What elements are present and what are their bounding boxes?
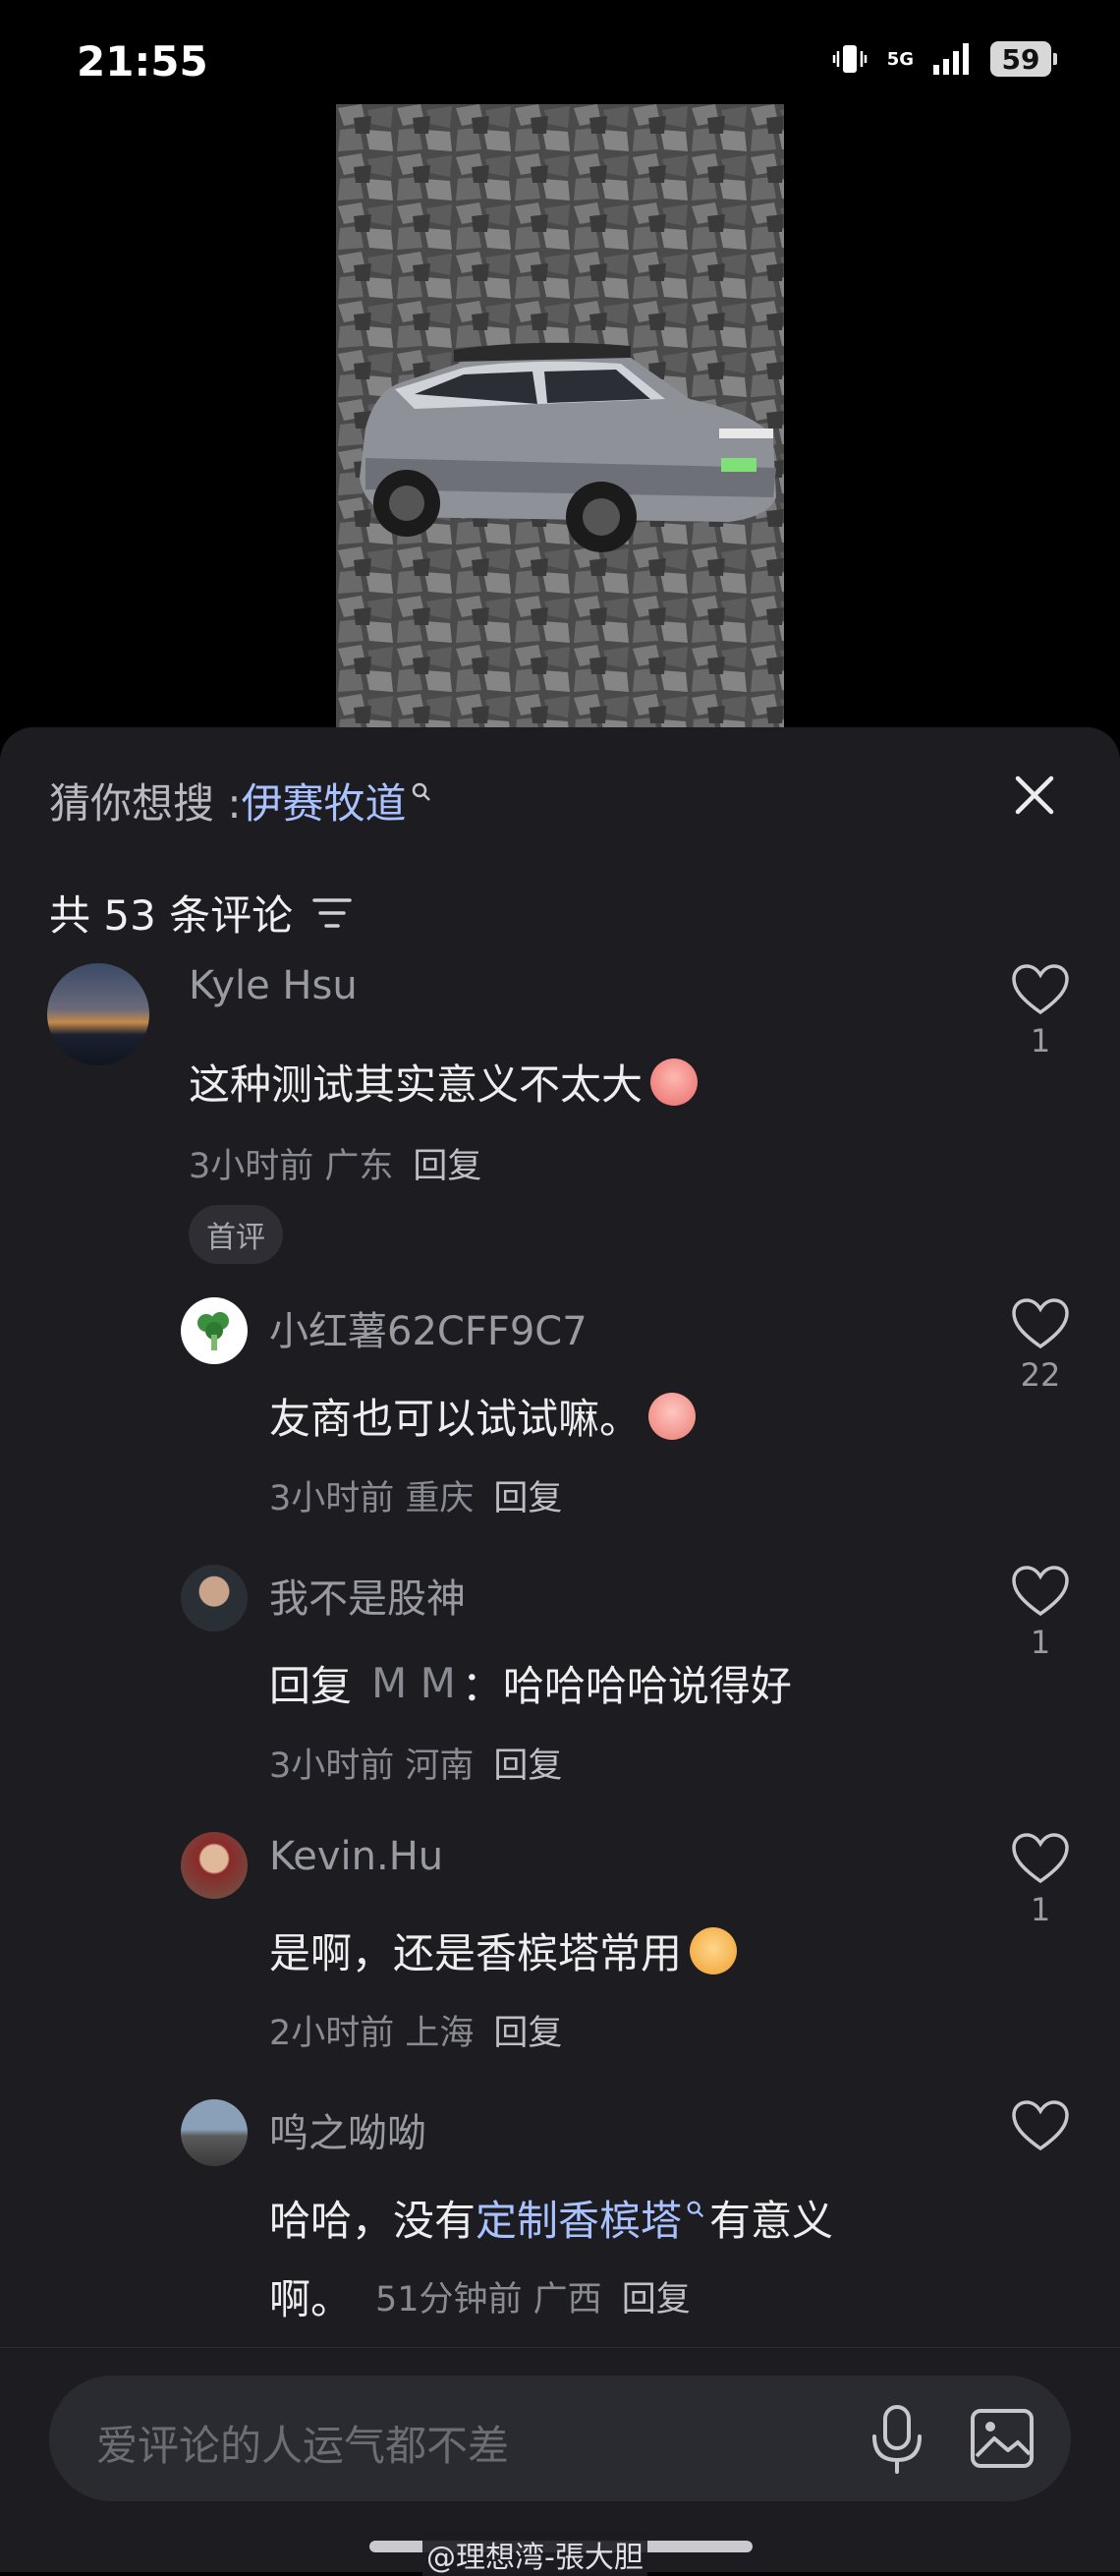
comment-item: 小红薯62CFF9C7 友商也可以试试嘛。 3小时前 重庆 回复 22 [0,1297,1120,1533]
search-icon [412,782,430,801]
vibrate-icon [832,45,867,73]
avatar[interactable] [181,2099,248,2166]
heart-icon[interactable] [1011,2099,1070,2152]
comment-meta: 3小时前 重庆 回复 [269,1470,562,1520]
shush-emoji-icon [648,1392,697,1440]
smug-emoji-icon [690,1926,738,1975]
like-count: 1 [1030,1624,1051,1661]
reply-button[interactable]: 回复 [493,2014,562,2053]
like-count: 22 [1020,1356,1061,1394]
heart-icon[interactable] [1011,1565,1070,1618]
close-icon[interactable] [1010,771,1059,820]
comment-time-location: 2小时前 上海 [269,2014,475,2053]
avatar[interactable] [181,1565,248,1631]
status-bar: 21:55 5G 59 [0,0,1120,108]
comment-username[interactable]: 小红薯62CFF9C7 [269,1299,588,1356]
comment-text: 回复 M M ：哈哈哈哈说得好 [269,1653,792,1713]
comment-username[interactable]: 鸣之呦呦 [269,2101,426,2158]
comment-meta: 3小时前 河南 回复 [269,1738,562,1788]
comment-time-location: 3小时前 河南 [269,1746,475,1786]
comment-text-suffix: 有意义 [709,2197,834,2245]
comment-text-content: 哈哈，没有 [269,2197,476,2245]
search-suggestion[interactable]: 猜你想搜 : 伊赛牧道 [49,771,432,830]
search-suggestion-term[interactable]: 伊赛牧道 [242,771,407,830]
comments-panel: 猜你想搜 : 伊赛牧道 共 53 条评论 Kyle Hsu 这种测试其实意义不太… [0,727,1120,2571]
avatar[interactable] [181,1297,248,1364]
comment-time-location: 3小时前 广东 [189,1147,394,1186]
like-count: 1 [1030,1891,1051,1928]
like-button[interactable]: 1 [1010,1565,1071,1661]
comment-username[interactable]: 我不是股神 [269,1567,466,1624]
video-frame-image [336,104,784,727]
image-icon[interactable] [969,2405,1036,2472]
comment-text: 这种测试其实意义不太大 [189,1052,699,1112]
comment-item: 鸣之呦呦 哈哈，没有 定制香槟塔 有意义 啊。 51分钟前 广西 回复 [0,2099,1120,2345]
weibo-watermark: @理想湾-張大胆 [422,2533,647,2576]
sort-icon[interactable] [312,896,352,930]
comment-meta: 51分钟前 广西 回复 [375,2271,691,2321]
comment-item: Kevin.Hu 是啊，还是香槟塔常用 2小时前 上海 回复 1 [0,1832,1120,2068]
comment-time-location: 3小时前 重庆 [269,1479,475,1518]
reply-button[interactable]: 回复 [622,2280,691,2319]
comment-meta: 3小时前 广东 回复 [189,1138,481,1188]
comment-input-bar: 爱评论的人运气都不差 @理想湾-張大胆 [0,2347,1120,2576]
comment-text-content: 这种测试其实意义不太大 [189,1060,644,1109]
comment-username[interactable]: Kyle Hsu [189,963,358,1008]
signal-icon [933,43,969,75]
reply-button[interactable]: 回复 [493,1746,562,1786]
comment-count: 共 53 条评论 [49,883,352,943]
laughing-crying-emoji-icon [650,1058,699,1106]
comment-text-continuation: 啊。 [269,2275,353,2323]
comment-item: Kyle Hsu 这种测试其实意义不太大 3小时前 广东 回复 首评 1 [0,963,1120,1264]
comment-username[interactable]: Kevin.Hu [269,1834,443,1879]
heart-icon[interactable] [1011,1832,1070,1885]
search-link[interactable]: 定制香槟塔 [476,2188,682,2248]
comment-reply-prefix: 回复 [269,1662,353,1710]
search-icon [687,2201,704,2217]
comment-input-placeholder: 爱评论的人运气都不差 [96,2422,510,2470]
battery-level: 59 [1001,42,1040,76]
comment-text: 是啊，还是香槟塔常用 [269,1920,738,1980]
comment-text-content: 是啊，还是香槟塔常用 [269,1929,683,1977]
broccoli-icon [197,1312,229,1350]
avatar[interactable] [47,963,149,1065]
heart-icon[interactable] [1011,963,1070,1016]
heart-icon[interactable] [1011,1297,1070,1350]
reply-button[interactable]: 回复 [493,1479,562,1518]
microphone-icon[interactable] [863,2403,931,2476]
comment-count-text: 共 53 条评论 [49,891,294,940]
battery-icon: 59 [990,41,1057,77]
like-button[interactable]: 1 [1010,1832,1071,1928]
comment-text-content: ：哈哈哈哈说得好 [461,1662,792,1710]
comment-meta: 2小时前 上海 回复 [269,2005,562,2055]
reply-button[interactable]: 回复 [413,1147,481,1186]
comment-text: 哈哈，没有 定制香槟塔 有意义 [269,2188,833,2248]
comment-text: 友商也可以试试嘛。 [269,1386,697,1446]
first-comment-badge: 首评 [189,1205,283,1264]
like-count: 1 [1030,1022,1051,1059]
comment-input[interactable]: 爱评论的人运气都不差 [49,2376,1071,2501]
mentioned-user[interactable]: M M [371,1659,456,1707]
comment-time-location: 51分钟前 广西 [375,2280,602,2319]
status-icons: 5G 59 [830,39,1057,79]
like-button[interactable] [1010,2099,1071,2156]
comment-text-content: 友商也可以试试嘛。 [269,1395,642,1443]
search-suggestion-label: 猜你想搜 : [49,779,242,828]
comment-text-line2: 啊。 51分钟前 广西 回复 [269,2266,691,2326]
comment-item: 我不是股神 回复 M M ：哈哈哈哈说得好 3小时前 河南 回复 1 [0,1565,1120,1801]
network-type: 5G [886,48,914,70]
status-time: 21:55 [77,37,208,86]
video-player[interactable] [336,104,784,727]
like-button[interactable]: 1 [1010,963,1071,1059]
avatar[interactable] [181,1832,248,1899]
like-button[interactable]: 22 [1010,1297,1071,1394]
